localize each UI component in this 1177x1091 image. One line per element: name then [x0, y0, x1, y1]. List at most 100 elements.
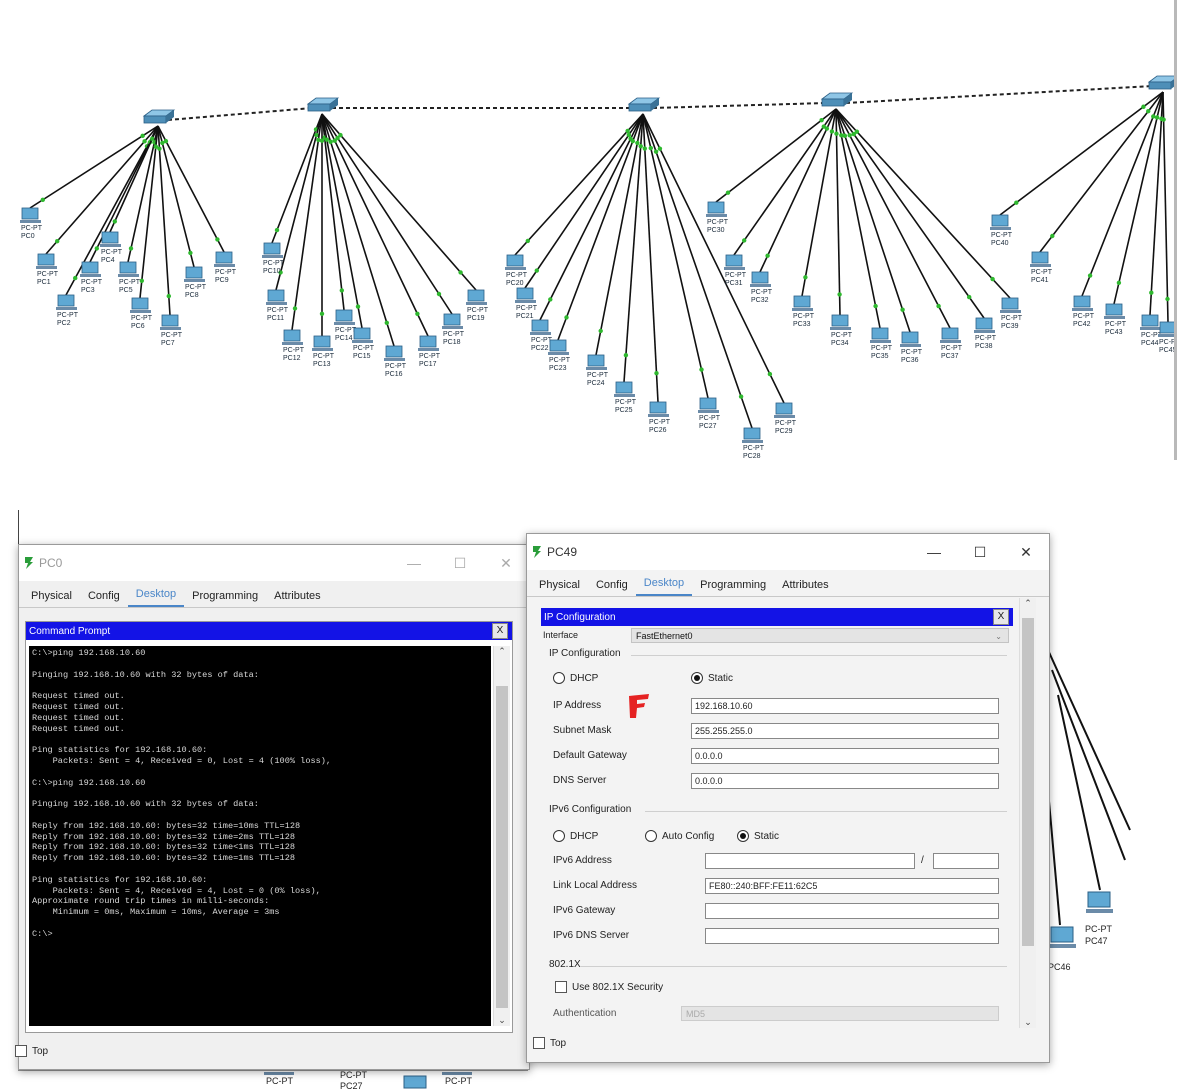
pc-icon[interactable] [751, 271, 769, 284]
pc-node[interactable]: PC-PTPC3 [80, 261, 103, 294]
trunk-link[interactable] [845, 85, 1154, 104]
pc-icon[interactable] [1031, 251, 1049, 264]
radio-circle-selected[interactable] [737, 830, 749, 842]
pc-node[interactable]: PC-PTPC19 [466, 289, 489, 322]
ethernet-link[interactable] [65, 125, 159, 296]
pc-icon[interactable] [506, 254, 524, 267]
tab-programming[interactable]: Programming [184, 590, 266, 607]
pc-node[interactable]: PC-PTPC37 [940, 327, 963, 360]
ethernet-link[interactable] [642, 113, 659, 403]
ethernet-link[interactable] [642, 113, 785, 404]
ethernet-link[interactable] [835, 108, 881, 329]
tab-physical[interactable]: Physical [531, 579, 588, 596]
pc-node[interactable]: PC-PTPC30 [706, 201, 729, 234]
pc-icon[interactable] [467, 289, 485, 302]
scroll-up-icon[interactable]: ⌃ [1020, 598, 1036, 609]
pc-icon[interactable] [1085, 890, 1115, 916]
pc-icon[interactable] [975, 317, 993, 330]
ethernet-link[interactable] [835, 108, 841, 316]
pc-icon[interactable] [1105, 303, 1123, 316]
ip-address-input[interactable] [691, 698, 999, 714]
switch-icon[interactable] [627, 97, 661, 112]
pc-node[interactable]: PC-PTPC23 [548, 339, 571, 372]
ipv6-address-input[interactable] [705, 853, 915, 869]
pc49-titlebar[interactable]: PC49 — ☐ ✕ [527, 534, 1049, 570]
pc-node[interactable]: PC-PTPC13 [312, 335, 335, 368]
pc-node[interactable]: PC-PTPC29 [774, 402, 797, 435]
pc-icon[interactable] [775, 402, 793, 415]
trunk-link[interactable] [652, 102, 827, 109]
pc-icon[interactable] [443, 313, 461, 326]
scrollbar-thumb[interactable] [496, 686, 508, 1008]
pc-node[interactable]: PC-PTPC5 [118, 261, 141, 294]
checkbox-box[interactable] [15, 1045, 27, 1057]
console-scrollbar[interactable]: ⌃ ⌄ [493, 646, 510, 1026]
ethernet-link[interactable] [557, 113, 644, 341]
ethernet-link[interactable] [623, 113, 644, 383]
pc-node[interactable]: PC-PTPC33 [792, 295, 815, 328]
top-checkbox[interactable]: Top [15, 1045, 48, 1057]
pc-icon[interactable] [649, 401, 667, 414]
ipv6-prefix-input[interactable] [933, 853, 999, 869]
pc-icon[interactable] [81, 261, 99, 274]
pc49-window[interactable]: PC49 — ☐ ✕ Physical Config Desktop Progr… [526, 533, 1050, 1063]
close-button[interactable]: ✕ [483, 555, 529, 572]
pc-node[interactable]: PC-PTPC28 [742, 427, 765, 460]
close-button[interactable]: ✕ [1003, 544, 1049, 561]
pc-icon[interactable] [131, 297, 149, 310]
pc-icon[interactable] [1048, 925, 1078, 951]
interface-select[interactable]: FastEthernet0 ⌄ [631, 628, 1009, 643]
ethernet-link[interactable] [835, 108, 951, 329]
switch-icon[interactable] [1147, 75, 1177, 90]
link-local-address-input[interactable] [705, 878, 999, 894]
tab-programming[interactable]: Programming [692, 579, 774, 596]
ethernet-link[interactable] [127, 125, 159, 263]
pc-icon[interactable] [1001, 297, 1019, 310]
pc-node[interactable]: PC-PTPC16 [384, 345, 407, 378]
ethernet-link[interactable] [321, 113, 429, 337]
ethernet-link[interactable] [157, 125, 171, 316]
ethernet-link[interactable] [759, 108, 837, 273]
pc-node[interactable]: PC-PTPC39 [1000, 297, 1023, 330]
ethernet-link[interactable] [642, 113, 753, 429]
ethernet-link[interactable] [595, 113, 644, 356]
pc-node[interactable]: PC-PTPC25 [614, 381, 637, 414]
ipv6-gateway-input[interactable] [705, 903, 999, 919]
ethernet-link[interactable] [1149, 91, 1164, 316]
tab-physical[interactable]: Physical [23, 590, 80, 607]
pc-node[interactable]: PC-PTPC42 [1072, 295, 1095, 328]
pc-icon[interactable] [263, 242, 281, 255]
pc-icon[interactable] [313, 335, 331, 348]
pc-node[interactable]: PC-PTPC21 [515, 287, 538, 320]
ipv6-static-radio[interactable]: Static [737, 830, 779, 842]
ethernet-link[interactable] [801, 108, 837, 297]
scroll-up-icon[interactable]: ⌃ [494, 646, 510, 657]
command-prompt-console[interactable]: C:\>ping 192.168.10.60 Pinging 192.168.1… [29, 646, 491, 1026]
ethernet-link[interactable] [321, 113, 395, 347]
pc-node[interactable]: PC-PTPC2 [56, 294, 79, 327]
pc-node[interactable]: PC-PTPC34 [830, 314, 853, 347]
pc-node[interactable]: PC-PTPC22 [530, 319, 553, 352]
ethernet-link[interactable] [157, 125, 195, 268]
pc-icon[interactable] [699, 397, 717, 410]
pc-node[interactable]: PC-PTPC8 [184, 266, 207, 299]
use-8021x-checkbox[interactable]: Use 802.1X Security [555, 981, 663, 993]
pc-node[interactable]: PC-PTPC7 [160, 314, 183, 347]
ethernet-link[interactable] [89, 125, 159, 263]
pc-icon[interactable] [707, 201, 725, 214]
ipv4-static-radio[interactable]: Static [691, 672, 733, 684]
ethernet-link[interactable] [539, 113, 644, 321]
ethernet-link[interactable] [321, 113, 477, 291]
scroll-down-icon[interactable]: ⌄ [1020, 1017, 1036, 1028]
pc-icon[interactable] [419, 335, 437, 348]
pc-node[interactable]: PC-PTPC15 [352, 327, 375, 360]
pc-node[interactable]: PC-PTPC9 [214, 251, 237, 284]
pc-node[interactable]: PC-PTPC12 [282, 329, 305, 362]
pc-icon[interactable] [1073, 295, 1091, 308]
ipv6-auto-config-radio[interactable]: Auto Config [645, 830, 714, 842]
pc0-window[interactable]: PC0 — ☐ ✕ Physical Config Desktop Progra… [15, 544, 530, 1070]
scrollbar-thumb[interactable] [1022, 618, 1034, 946]
pc-icon[interactable] [1141, 314, 1159, 327]
pc-icon[interactable] [353, 327, 371, 340]
pc-icon[interactable] [831, 314, 849, 327]
